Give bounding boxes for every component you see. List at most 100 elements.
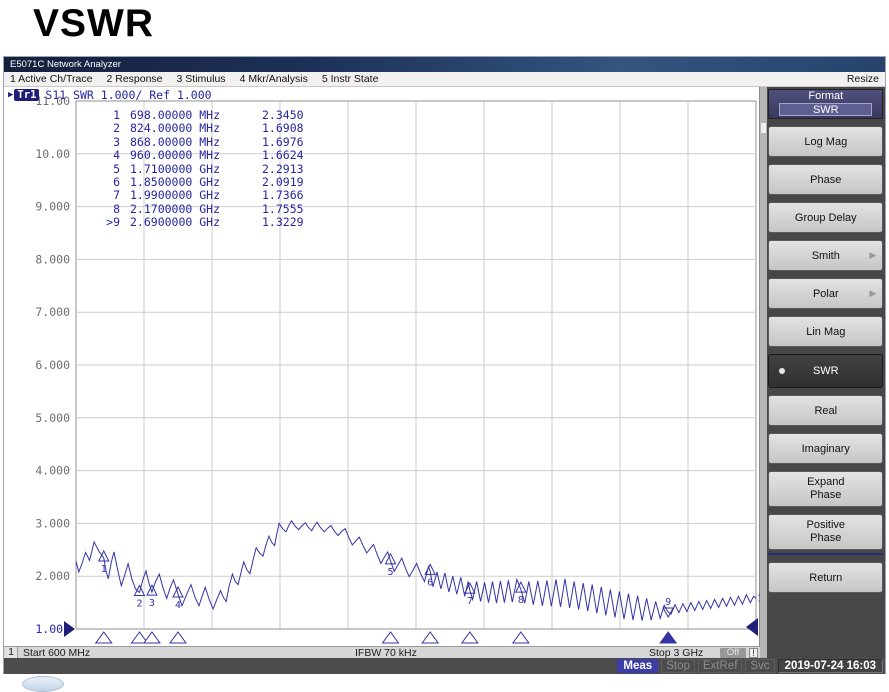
marker-table-row: 2824.00000 MHz1.6908	[96, 122, 326, 135]
stimulus-marker-icon	[462, 632, 478, 643]
start-frequency: Start 600 MHz	[23, 647, 90, 659]
softkey-imaginary[interactable]: Imaginary	[768, 433, 883, 464]
marker-number: 1	[101, 564, 107, 575]
menu-response[interactable]: 2 Response	[106, 73, 162, 85]
y-axis-label: 4.000	[35, 464, 70, 478]
active-trace-arrow-icon: ▶	[8, 90, 13, 100]
softkey-label: Log Mag	[804, 136, 847, 148]
menu-active-ch-trace[interactable]: 1 Active Ch/Trace	[10, 73, 92, 85]
y-axis-label: 6.000	[35, 358, 70, 372]
measurement-screen: 11.0010.009.0008.0007.0006.0005.0004.000…	[4, 87, 760, 658]
y-axis-label: 5.000	[35, 411, 70, 425]
y-axis-label: 7.000	[35, 305, 70, 319]
y-axis-label: 9.000	[35, 200, 70, 214]
taskbar-button-partial	[22, 676, 64, 692]
softkey-expand-phase[interactable]: Expand Phase	[768, 471, 883, 507]
marker-number: 2	[136, 599, 142, 610]
softkey-return[interactable]: Return	[768, 562, 883, 593]
instrument-status-bar: Meas Stop ExtRef Svc 2019-07-24 16:03	[4, 658, 885, 674]
marker-number: 7	[467, 596, 473, 607]
softkey-scrollbar[interactable]	[760, 87, 767, 658]
ifbw-value: IFBW 70 kHz	[355, 647, 417, 659]
marker-number: 5	[387, 567, 393, 578]
softkey-divider	[768, 553, 883, 555]
marker-table: 1698.00000 MHz2.34502824.00000 MHz1.6908…	[96, 109, 326, 230]
y-axis-label: 3.000	[35, 516, 70, 530]
softkey-smith[interactable]: Smith ▶	[768, 240, 883, 271]
marker-table-row: 61.8500000 GHz2.0919	[96, 176, 326, 189]
window-title: E5071C Network Analyzer	[10, 59, 121, 70]
status-extref: ExtRef	[698, 659, 743, 673]
stimulus-marker-active-icon	[660, 632, 676, 643]
y-axis-label: 2.000	[35, 569, 70, 583]
scrollbar-thumb[interactable]	[761, 123, 766, 133]
softkey-list: Log Mag Phase Group Delay Smith ▶ Polar ▶ Lin M…	[768, 126, 883, 593]
menu-mkr-analysis[interactable]: 4 Mkr/Analysis	[240, 73, 308, 85]
softkey-label: Positive Phase	[794, 519, 858, 545]
menu-stimulus[interactable]: 3 Stimulus	[177, 73, 226, 85]
marker-table-row: 3868.00000 MHz1.6976	[96, 136, 326, 149]
active-marker-number: 9	[665, 597, 671, 608]
softkey-sidebar: Format SWR Log Mag Phase Group Delay Smith ▶…	[760, 87, 885, 658]
sweep-end-icon	[746, 618, 758, 636]
marker-number: 3	[149, 598, 155, 609]
stimulus-marker-icon	[144, 632, 160, 643]
softkey-polar[interactable]: Polar ▶	[768, 278, 883, 309]
softkey-header-title: Format	[769, 90, 882, 103]
stimulus-marker-icon	[422, 632, 438, 643]
off-toggle[interactable]: Off	[720, 648, 746, 658]
y-axis-label: 10.00	[35, 147, 70, 161]
marker-table-row: 82.1700000 GHz1.7555	[96, 203, 326, 216]
marker-table-row: 1698.00000 MHz2.3450	[96, 109, 326, 122]
softkey-label: Return	[809, 572, 842, 584]
softkey-label: Expand Phase	[794, 476, 858, 502]
marker-table-row: >92.6900000 GHz1.3229	[96, 216, 326, 229]
softkey-header-value: SWR	[779, 103, 872, 116]
page-title: VSWR	[33, 2, 154, 46]
marker-table-row: 4960.00000 MHz1.6624	[96, 149, 326, 162]
softkey-label: Smith	[812, 250, 840, 262]
status-meas: Meas	[617, 659, 658, 673]
softkey-label: Polar	[813, 288, 839, 300]
channel-status-bar: 1 Start 600 MHz IFBW 70 kHz Stop 3 GHz O…	[4, 646, 762, 658]
marker-number: 6	[427, 577, 433, 588]
softkey-swr[interactable]: SWR	[768, 354, 883, 388]
menu-bar: 1 Active Ch/Trace 2 Response 3 Stimulus …	[4, 72, 885, 87]
trace-format-text: S11 SWR 1.000/ Ref 1.000	[45, 88, 211, 102]
softkey-header: Format SWR	[768, 89, 883, 119]
softkey-real[interactable]: Real	[768, 395, 883, 426]
stimulus-marker-icon	[96, 632, 112, 643]
marker-icon	[134, 586, 144, 596]
softkey-group-delay[interactable]: Group Delay	[768, 202, 883, 233]
marker-number: 4	[175, 600, 181, 611]
status-svc: Svc	[745, 659, 774, 673]
marker-number: 8	[518, 595, 524, 606]
menu-instr-state[interactable]: 5 Instr State	[322, 73, 379, 85]
trace-badge[interactable]: Tr1	[14, 89, 39, 101]
status-datetime: 2019-07-24 16:03	[778, 659, 883, 673]
stimulus-marker-icon	[513, 632, 529, 643]
marker-table-row: 51.7100000 GHz2.2913	[96, 163, 326, 176]
stimulus-marker-icon	[383, 632, 399, 643]
stop-frequency: Stop 3 GHz	[649, 647, 703, 659]
softkey-phase[interactable]: Phase	[768, 164, 883, 195]
marker-icon	[386, 554, 396, 564]
softkey-label: Phase	[810, 174, 841, 186]
window-titlebar[interactable]: E5071C Network Analyzer	[4, 57, 885, 72]
softkey-label: Group Delay	[795, 212, 857, 224]
analyzer-window: E5071C Network Analyzer 1 Active Ch/Trac…	[3, 56, 886, 674]
marker-icon	[147, 585, 157, 595]
alert-indicator: !	[749, 648, 758, 658]
y-axis-label: 8.000	[35, 252, 70, 266]
softkey-label: SWR	[813, 365, 839, 377]
stimulus-marker-icon	[170, 632, 186, 643]
softkey-positive-phase[interactable]: Positive Phase	[768, 514, 883, 550]
menu-resize[interactable]: Resize	[847, 73, 879, 85]
softkey-log-mag[interactable]: Log Mag	[768, 126, 883, 157]
submenu-arrow-icon: ▶	[869, 250, 876, 261]
softkey-lin-mag[interactable]: Lin Mag	[768, 316, 883, 347]
trace-info-bar: ▶ Tr1 S11 SWR 1.000/ Ref 1.000	[8, 88, 212, 102]
status-stop: Stop	[661, 659, 695, 673]
submenu-arrow-icon: ▶	[869, 288, 876, 299]
channel-number: 1	[5, 647, 18, 658]
